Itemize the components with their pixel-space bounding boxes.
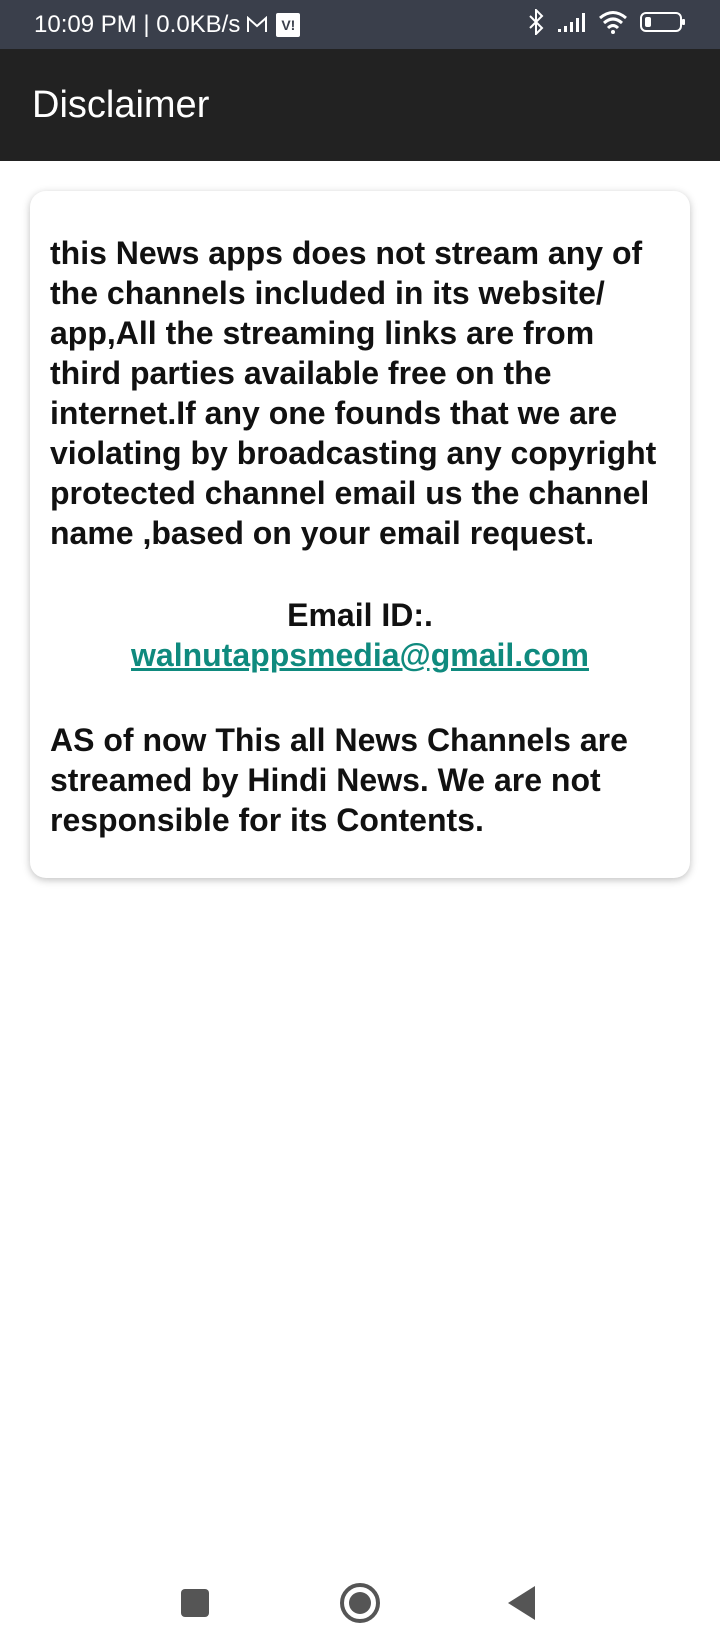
email-label: Email ID:. [287, 597, 433, 633]
battery-icon [640, 11, 686, 38]
page-title: Disclaimer [32, 83, 210, 126]
home-button[interactable] [339, 1582, 381, 1629]
disclaimer-paragraph: this News apps does not stream any of th… [50, 235, 657, 551]
back-button[interactable] [505, 1584, 539, 1627]
home-circle-icon [339, 1582, 381, 1629]
back-triangle-icon [505, 1584, 539, 1627]
responsibility-paragraph: AS of now This all News Channels are str… [50, 722, 628, 838]
mail-icon [246, 15, 268, 34]
wifi-icon [598, 10, 628, 39]
recents-square-icon [178, 1586, 212, 1625]
status-bar: 10:09 PM | 0.0KB/s V! [0, 0, 720, 49]
bluetooth-icon [528, 7, 544, 40]
carrier-badge: V! [276, 12, 301, 37]
status-left: 10:09 PM | 0.0KB/s V! [34, 10, 301, 39]
status-time-speed: 10:09 PM | 0.0KB/s [34, 10, 241, 38]
recents-button[interactable] [178, 1586, 212, 1625]
email-link[interactable]: walnutappsmedia@gmail.com [50, 635, 670, 675]
signal-icon [556, 11, 586, 38]
disclaimer-card: this News apps does not stream any of th… [30, 191, 690, 878]
app-bar: Disclaimer [0, 49, 720, 161]
status-right [528, 7, 686, 40]
navigation-bar [0, 1560, 720, 1650]
